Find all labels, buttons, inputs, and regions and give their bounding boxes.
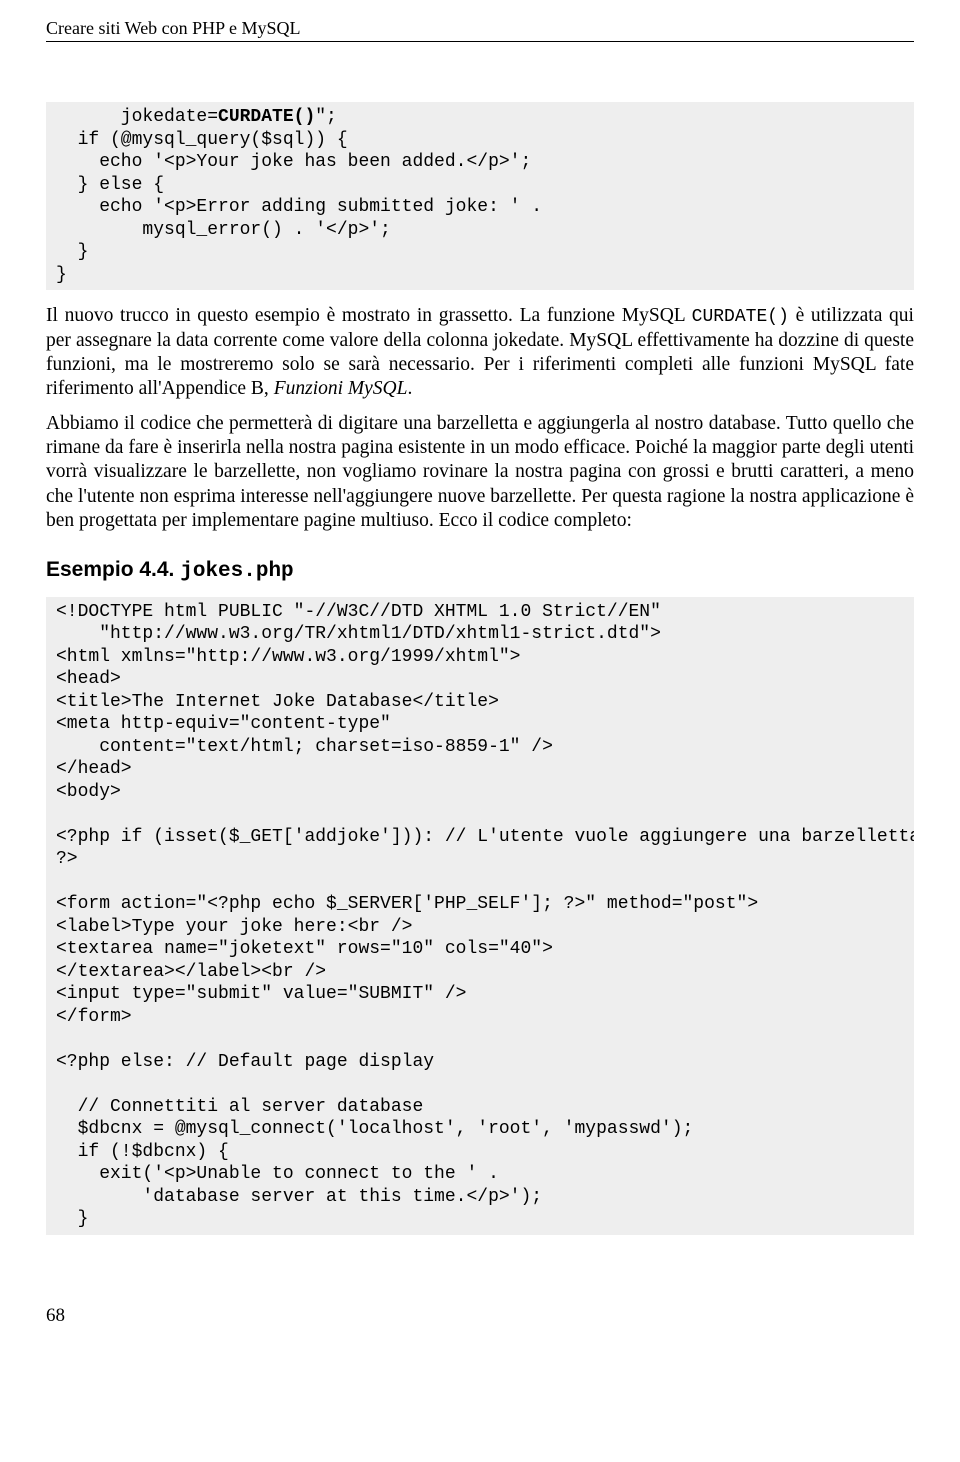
running-head: Creare siti Web con PHP e MySQL [46,18,914,42]
paragraph-1: Il nuovo trucco in questo esempio è most… [46,304,914,402]
page-container: Creare siti Web con PHP e MySQL jokedate… [0,0,960,1357]
code-block-1: jokedate=CURDATE()"; if (@mysql_query($s… [46,102,914,290]
text-italic: Funzioni MySQL [274,378,408,399]
code-line: echo '<p>Your joke has been added.</p>'; [56,152,531,172]
inline-code-curdate: CURDATE() [692,307,789,327]
code-line: } else { [56,175,164,195]
code-line: echo '<p>Error adding submitted joke: ' … [56,197,542,217]
text-run: Il nuovo trucco in questo esempio è most… [46,305,692,326]
text-run: . [407,378,412,399]
code-block-2: <!DOCTYPE html PUBLIC "-//W3C//DTD XHTML… [46,597,914,1235]
example-label: Esempio 4.4. [46,558,180,581]
code-line: mysql_error() . '</p>'; [56,220,391,240]
code-bold-curdate: CURDATE() [218,107,315,127]
code-line: if (@mysql_query($sql)) { [56,130,348,150]
code-line: "; [315,107,337,127]
page-number: 68 [46,1305,914,1327]
code-line: jokedate= [56,107,218,127]
example-heading: Esempio 4.4. jokes.php [46,558,914,583]
code-line: } [56,242,88,262]
code-line: } [56,265,67,285]
example-filename: jokes.php [180,560,293,583]
paragraph-2: Abbiamo il codice che permetterà di digi… [46,412,914,534]
